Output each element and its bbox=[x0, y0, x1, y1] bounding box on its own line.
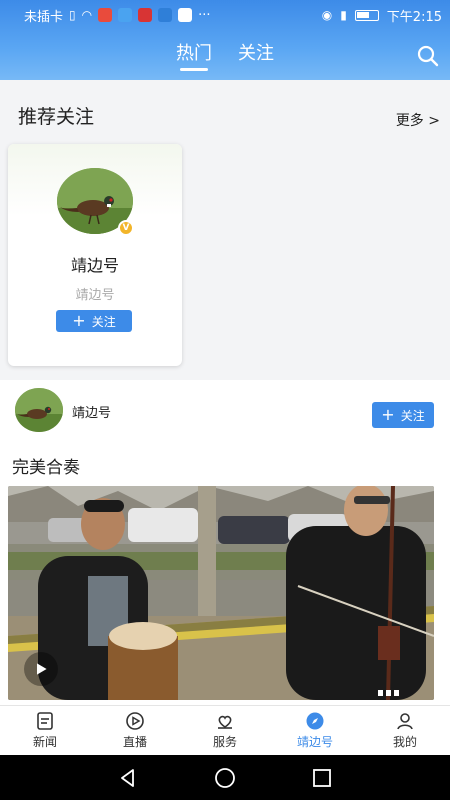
app-notification-icon bbox=[98, 8, 113, 22]
nav-label: 靖边号 bbox=[296, 735, 333, 749]
status-bar: 未插卡 ▯ ◠ ··· ◉ ▮ 下午2:15 bbox=[0, 0, 450, 30]
nav-service[interactable]: 服务 bbox=[180, 706, 270, 755]
more-link[interactable]: 更多 > bbox=[396, 110, 440, 130]
card-subtitle: 靖边号 bbox=[75, 288, 115, 303]
sim-icon: ▯ bbox=[69, 8, 76, 22]
service-icon bbox=[218, 715, 232, 729]
back-icon[interactable] bbox=[117, 767, 139, 789]
app-notification-icon bbox=[118, 8, 133, 22]
app-notification-icon bbox=[178, 8, 193, 22]
follow-label: 关注 bbox=[91, 314, 116, 329]
bottom-navigation: 新闻 直播 服务 靖边号 我的 bbox=[0, 705, 450, 755]
carrier-text: 未插卡 bbox=[24, 9, 64, 25]
search-icon[interactable] bbox=[416, 44, 440, 68]
play-button[interactable] bbox=[24, 652, 58, 686]
battery-icon bbox=[354, 9, 379, 21]
nav-label: 新闻 bbox=[32, 735, 57, 749]
clock: 下午2:15 bbox=[386, 9, 442, 25]
nav-news[interactable]: 新闻 bbox=[0, 706, 90, 755]
tab-hot[interactable]: 热门 bbox=[176, 39, 212, 71]
wifi-icon: ◠ bbox=[81, 8, 93, 22]
video-thumbnail bbox=[8, 486, 434, 700]
app-notification-icon bbox=[158, 8, 173, 22]
follow-button[interactable]: + 关注 bbox=[372, 402, 434, 428]
nav-jingbian[interactable]: 靖边号 bbox=[270, 706, 360, 755]
feed-post: 靖边号 + 关注 完美合奏 bbox=[0, 380, 450, 705]
nav-profile[interactable]: 我的 bbox=[360, 706, 450, 755]
avatar[interactable] bbox=[15, 388, 63, 432]
home-icon[interactable] bbox=[214, 767, 236, 789]
follow-label: 关注 bbox=[400, 408, 425, 423]
system-navigation-bar bbox=[0, 755, 450, 800]
nav-label: 我的 bbox=[392, 735, 417, 749]
profile-icon bbox=[397, 713, 413, 730]
plus-icon: + bbox=[72, 311, 86, 330]
tab-follow[interactable]: 关注 bbox=[238, 39, 274, 71]
compass-icon bbox=[306, 712, 324, 730]
nav-live[interactable]: 直播 bbox=[90, 706, 180, 755]
nav-label: 服务 bbox=[212, 735, 237, 749]
top-tabs: 热门 关注 bbox=[0, 30, 450, 80]
app-notification-icon bbox=[138, 8, 153, 22]
vibrate-icon: ▮ bbox=[340, 8, 347, 22]
app-header: 未插卡 ▯ ◠ ··· ◉ ▮ 下午2:15 热门 关注 bbox=[0, 0, 450, 80]
author-name[interactable]: 靖边号 bbox=[72, 402, 111, 421]
live-icon bbox=[126, 712, 144, 730]
verified-badge: V bbox=[118, 220, 134, 236]
recommend-card[interactable]: V 靖边号 靖边号 + 关注 bbox=[8, 144, 182, 366]
plus-icon: + bbox=[381, 405, 395, 424]
video-player[interactable] bbox=[8, 486, 434, 700]
news-icon bbox=[37, 712, 53, 730]
card-name: 靖边号 bbox=[70, 256, 119, 275]
video-more-icon[interactable] bbox=[378, 690, 400, 696]
nav-label: 直播 bbox=[122, 735, 147, 749]
recommend-section: 推荐关注 更多 > V 靖边号 靖边号 + 关注 bbox=[0, 88, 450, 378]
post-title[interactable]: 完美合奏 bbox=[12, 453, 80, 478]
recents-icon[interactable] bbox=[311, 767, 333, 789]
more-notifications: ··· bbox=[198, 7, 211, 23]
section-title: 推荐关注 bbox=[18, 106, 95, 128]
eye-icon: ◉ bbox=[321, 8, 333, 22]
follow-button[interactable]: + 关注 bbox=[56, 310, 132, 332]
